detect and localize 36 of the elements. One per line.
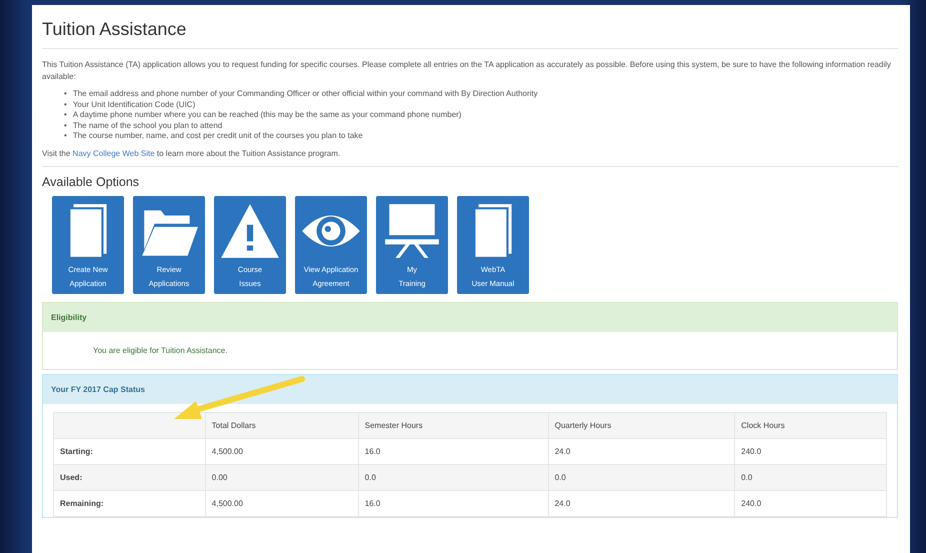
table-header-cell: Semester Hours	[358, 412, 548, 438]
bullet-marker: •	[64, 100, 67, 110]
website-link[interactable]: Navy College Web Site	[72, 148, 155, 158]
panel-heading: Your FY 2017 Cap Status	[43, 374, 897, 404]
row-label-cell: Starting:	[54, 438, 206, 464]
table-header-cell: Clock Hours	[734, 412, 886, 438]
page-title: Tuition Assistance	[42, 19, 898, 49]
table-cell: 240.0	[734, 490, 886, 516]
table-cell: 0.0	[548, 464, 735, 490]
table-cell: 4,500.00	[205, 438, 358, 464]
table-cell: 24.0	[548, 438, 735, 464]
eligibility-message: You are eligible for Tuition Assistance.	[92, 344, 228, 357]
row-label-cell: Used:	[54, 464, 206, 490]
table-cell: 0.00	[205, 464, 358, 490]
requirement-item: The email address and phone number of your Commanding Officer or other official within your command with By Direction Authority	[72, 89, 538, 100]
requirement-item: The course number, name, and cost per credit unit of the courses you plan to take	[72, 131, 363, 142]
table-cell: 16.0	[358, 438, 548, 464]
bullet-marker: •	[64, 131, 67, 142]
requirement-item: A daytime phone number where you can be reached (this may be the same as your command phone number)	[72, 110, 462, 120]
table-cell: 16.0	[358, 490, 548, 516]
table-cell: 240.0	[734, 438, 886, 464]
table-cell: 24.0	[548, 490, 735, 516]
panel-heading: Eligibility	[43, 302, 897, 332]
visit-sentence: Visit the Navy College Web Site to learn more about the Tuition Assistance program.	[42, 148, 342, 160]
requirement-item: The name of the school you plan to attend	[72, 120, 222, 131]
table-header-cell: Quarterly Hours	[548, 412, 735, 438]
table-header-cell: Total Dollars	[205, 412, 358, 438]
row-label-cell: Remaining:	[54, 490, 206, 516]
table-cell: 0.0	[734, 464, 886, 490]
requirement-item: Your Unit Identification Code (UIC)	[72, 100, 196, 110]
bullet-marker: •	[64, 89, 67, 100]
bullet-marker: •	[64, 120, 67, 131]
bullet-marker: •	[64, 110, 67, 120]
table-cell: 4,500.00	[205, 490, 358, 516]
intro-paragraph: This Tuition Assistance (TA) application allows you to request funding for specific courses. Please complete all entries on the TA application as accurately as possible. Before using this system, be sure to have the following information readily available:	[42, 59, 892, 83]
table-cell: 0.0	[358, 464, 548, 490]
